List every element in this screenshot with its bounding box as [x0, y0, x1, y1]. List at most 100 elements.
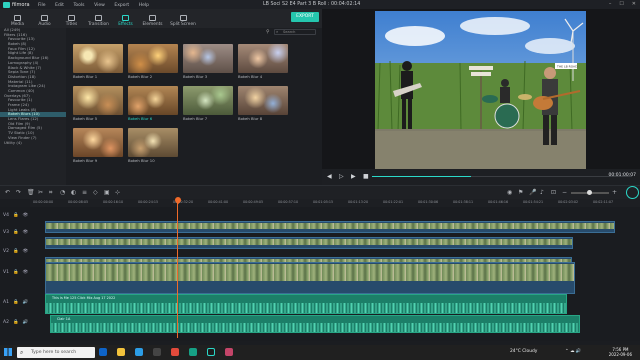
lock-icon[interactable]: 🔒	[13, 249, 19, 254]
audio-mixer-icon[interactable]: ≡	[82, 189, 87, 196]
track-label: V1	[3, 270, 9, 275]
render-icon[interactable]: ◉	[507, 189, 512, 196]
ruler-label: 00:01:54:21	[523, 200, 544, 204]
edge-browser-icon[interactable]	[135, 348, 143, 356]
speaker-icon[interactable]: 🔊	[23, 320, 29, 325]
task-view-icon[interactable]	[99, 348, 107, 356]
windows-start-icon[interactable]	[4, 348, 12, 356]
effect-thumbnail[interactable]	[128, 44, 178, 73]
stabilize-icon[interactable]: ⊹	[115, 189, 120, 196]
effect-thumbnail[interactable]	[128, 128, 178, 157]
redo-icon[interactable]: ↷	[16, 189, 21, 196]
effect-thumbnail[interactable]	[128, 86, 178, 115]
audio-clip-a2[interactable]: Clair 1A	[50, 315, 580, 333]
zoom-out-icon[interactable]: −	[562, 189, 567, 196]
effect-thumbnail[interactable]	[183, 86, 233, 115]
color-icon[interactable]: ◐	[71, 189, 76, 196]
file-explorer-icon[interactable]	[117, 348, 125, 356]
crop-icon[interactable]: ⌗	[49, 189, 52, 197]
undo-icon[interactable]: ↶	[5, 189, 10, 196]
green-screen-icon[interactable]: ▣	[104, 189, 110, 196]
ruler-label: 00:02:03:02	[558, 200, 579, 204]
tab-effects[interactable]: Effects	[112, 9, 139, 28]
record-button[interactable]	[626, 186, 639, 199]
effect-label: Bokeh Blur 6	[128, 116, 153, 121]
taskbar-search-input[interactable]: ⌕ Type here to search	[17, 347, 95, 358]
tab-elements[interactable]: Elements	[139, 9, 166, 28]
audio-clip-a1[interactable]: This is Me 125 Click Mix Aug 17 2022	[45, 294, 567, 314]
tray-icons[interactable]: ⌃ ☁ 🔊	[565, 349, 581, 354]
video-clip-v4[interactable]	[45, 221, 615, 233]
store-icon[interactable]	[153, 348, 161, 356]
zoom-in-icon[interactable]: +	[612, 189, 617, 196]
lock-icon[interactable]: 🔒	[13, 230, 19, 235]
track-label: V4	[3, 213, 9, 218]
app-icon[interactable]	[171, 348, 179, 356]
video-clip-v3[interactable]	[45, 237, 573, 249]
delete-icon[interactable]: 🗑	[27, 189, 35, 196]
tab-transition[interactable]: Transition	[85, 9, 112, 28]
cut-icon[interactable]: ✂	[38, 189, 43, 196]
speaker-icon[interactable]: 🔊	[23, 300, 29, 305]
play-icon[interactable]: ▶	[351, 173, 356, 180]
effect-label: Bokeh Blur 4	[238, 74, 263, 79]
menu-tools[interactable]: Tools	[73, 3, 84, 8]
ruler-label: 00:02:11:07	[593, 200, 614, 204]
maximize-icon[interactable]: ☐	[619, 1, 623, 7]
search-input[interactable]: ⌕ Search	[274, 29, 316, 35]
lock-icon[interactable]: 🔒	[13, 320, 19, 325]
playhead-line[interactable]	[177, 199, 178, 338]
app-icon[interactable]	[225, 348, 233, 356]
track-header-a2: A2 🔒 🔊	[0, 320, 42, 325]
voiceover-icon[interactable]: 🎤	[529, 189, 536, 196]
category-item[interactable]: Utility (4)	[0, 140, 66, 146]
app-icon[interactable]	[189, 348, 197, 356]
effect-thumbnail[interactable]	[73, 44, 123, 73]
app-name: filmora	[12, 1, 30, 8]
menu-file[interactable]: File	[38, 3, 46, 8]
effect-thumbnail[interactable]	[238, 44, 288, 73]
video-clip-v1[interactable]	[45, 262, 575, 294]
eye-icon[interactable]: 👁	[23, 213, 29, 218]
snapshot-icon[interactable]: ⊡	[551, 189, 556, 196]
lock-icon[interactable]: 🔒	[13, 300, 19, 305]
step-back-icon[interactable]: ◀	[327, 173, 332, 180]
track-label: V2	[3, 249, 9, 254]
tab-split-screen[interactable]: Split Screen	[166, 9, 200, 28]
eye-icon[interactable]: 👁	[23, 230, 29, 235]
track-header-v3: V3 🔒 👁	[0, 230, 42, 235]
stop-icon[interactable]: ■	[363, 173, 369, 180]
timeline-ruler[interactable]: 00:00:00:00 00:00:08:05 00:00:16:10 00:0…	[30, 199, 640, 207]
minimize-icon[interactable]: –	[609, 1, 612, 7]
previous-frame-icon[interactable]: ▷	[339, 173, 344, 180]
lock-icon[interactable]: 🔒	[13, 213, 19, 218]
lock-icon[interactable]: 🔒	[13, 270, 19, 275]
menu-bar: File Edit Tools View Export Help	[38, 2, 157, 8]
video-preview[interactable]: THE LB ROAD	[375, 11, 586, 169]
keyframe-icon[interactable]: ◇	[93, 189, 98, 196]
speed-icon[interactable]: ◔	[60, 189, 65, 196]
system-clock[interactable]: 7:56 PM 2022-09-06	[609, 347, 632, 357]
effect-thumbnail[interactable]	[73, 86, 123, 115]
eye-icon[interactable]: 👁	[23, 270, 29, 275]
filter-icon[interactable]: ⚲	[266, 29, 270, 35]
tab-audio[interactable]: Audio	[31, 9, 58, 28]
close-icon[interactable]: ✕	[632, 1, 636, 7]
menu-edit[interactable]: Edit	[55, 3, 64, 8]
effect-thumbnail[interactable]	[73, 128, 123, 157]
tab-titles[interactable]: Titles	[58, 9, 85, 28]
marker-icon[interactable]: ⚑	[518, 189, 523, 196]
filmora-taskbar-icon[interactable]	[207, 348, 215, 356]
effect-thumbnail[interactable]	[238, 86, 288, 115]
eye-icon[interactable]: 👁	[23, 249, 29, 254]
audio-icon[interactable]: ♪	[540, 189, 544, 196]
project-title-bar: LB Soci S2 E4 Part 3 B Roll : 00:04:02:1…	[263, 1, 361, 7]
menu-help[interactable]: Help	[139, 3, 149, 8]
export-button[interactable]: EXPORT	[291, 12, 319, 22]
zoom-slider-handle[interactable]	[587, 190, 592, 195]
menu-export[interactable]: Export	[114, 3, 129, 8]
effect-thumbnail[interactable]	[183, 44, 233, 73]
tab-media[interactable]: Media	[4, 9, 31, 28]
playback-progress[interactable]	[372, 176, 632, 177]
menu-view[interactable]: View	[94, 3, 105, 8]
